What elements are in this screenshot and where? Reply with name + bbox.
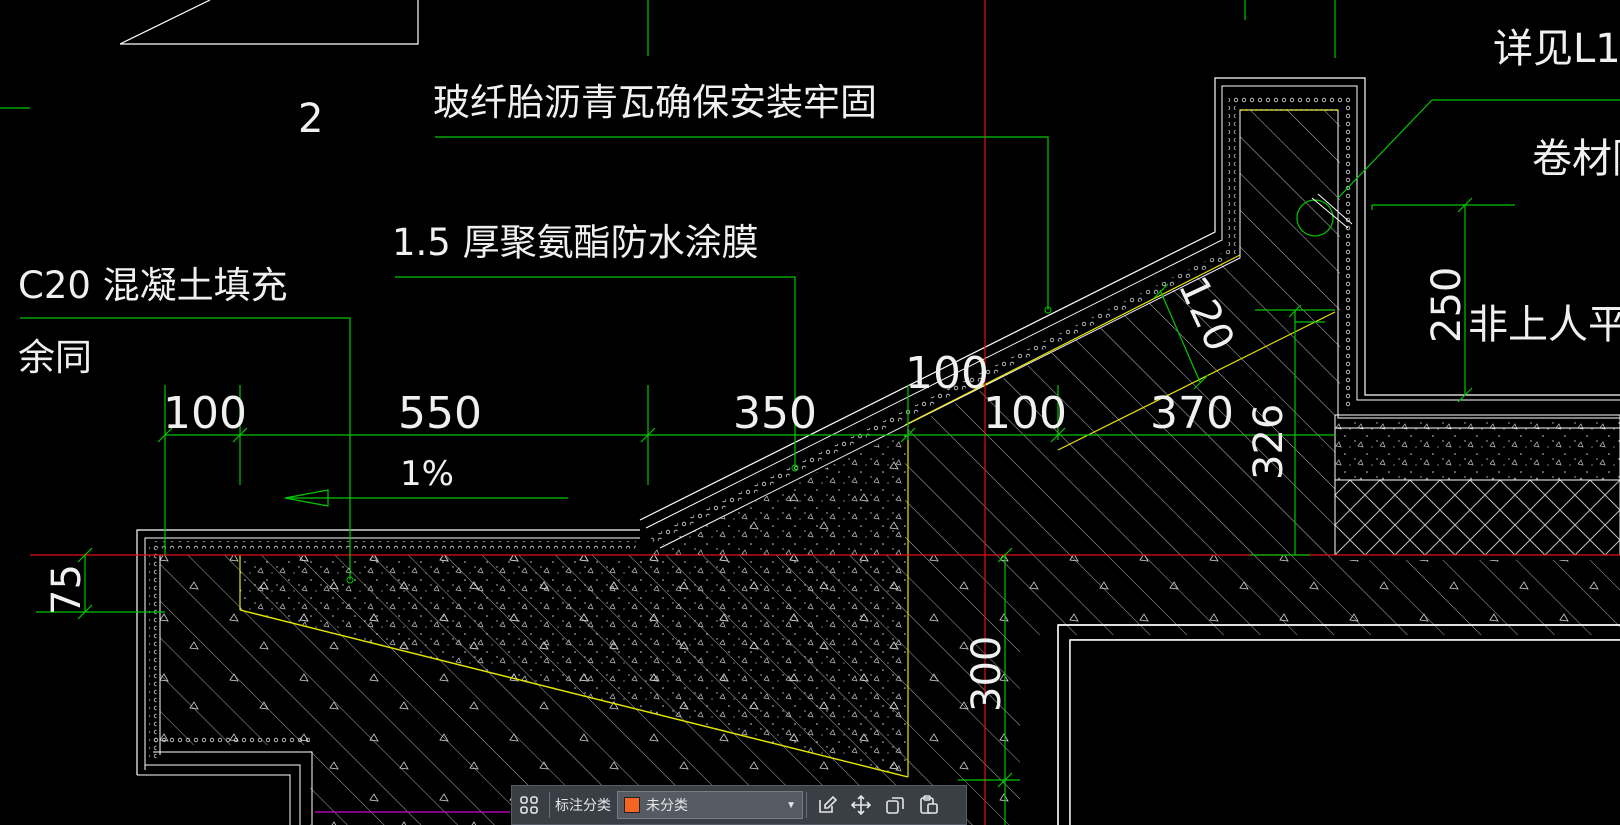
- note-roll: 卷材防: [1532, 136, 1620, 182]
- dim-75: 75: [44, 564, 90, 615]
- cad-drawing-canvas[interactable]: 玻纤胎沥青瓦确保安装牢固 1.5 厚聚氨酯防水涂膜 C20 混凝土填充 余同 详…: [0, 0, 1620, 825]
- edit-icon[interactable]: [810, 788, 844, 822]
- chevron-down-icon: ▼: [786, 799, 796, 811]
- copy-icon[interactable]: [878, 788, 912, 822]
- note-membrane: 1.5 厚聚氨酯防水涂膜: [392, 221, 759, 264]
- dim-100-left: 100: [163, 388, 247, 439]
- dim-100-mid: 100: [983, 388, 1067, 439]
- section-fragment-top-left: [119, 0, 419, 45]
- paste-icon[interactable]: [912, 788, 946, 822]
- label-2: 2: [298, 96, 323, 142]
- note-detail-ref: 详见L1: [1493, 26, 1620, 72]
- category-selected-value: 未分类: [646, 797, 688, 813]
- note-roof: 非上人平屋: [1468, 302, 1620, 348]
- dim-100-slope: 100: [905, 348, 989, 399]
- move-icon[interactable]: [844, 788, 878, 822]
- dim-250: 250: [1424, 267, 1470, 343]
- category-color-swatch: [624, 797, 640, 813]
- dim-370: 370: [1150, 388, 1234, 439]
- note-concrete-same: 余同: [18, 336, 92, 379]
- dim-550: 550: [398, 388, 482, 439]
- dim-slope: 1%: [400, 454, 454, 494]
- category-select[interactable]: 未分类 ▼: [617, 791, 803, 819]
- note-concrete: C20 混凝土填充: [18, 264, 288, 307]
- room-opening: [1057, 624, 1620, 825]
- category-label: 标注分类: [555, 797, 611, 813]
- grid-icon[interactable]: [512, 788, 546, 822]
- dim-326: 326: [1246, 404, 1292, 480]
- annotation-toolbar: 标注分类 未分类 ▼: [511, 785, 967, 825]
- dim-350: 350: [733, 388, 817, 439]
- toolbar-divider: [806, 792, 807, 818]
- toolbar-divider: [549, 792, 550, 818]
- note-tile: 玻纤胎沥青瓦确保安装牢固: [433, 81, 877, 124]
- dim-300: 300: [964, 636, 1010, 712]
